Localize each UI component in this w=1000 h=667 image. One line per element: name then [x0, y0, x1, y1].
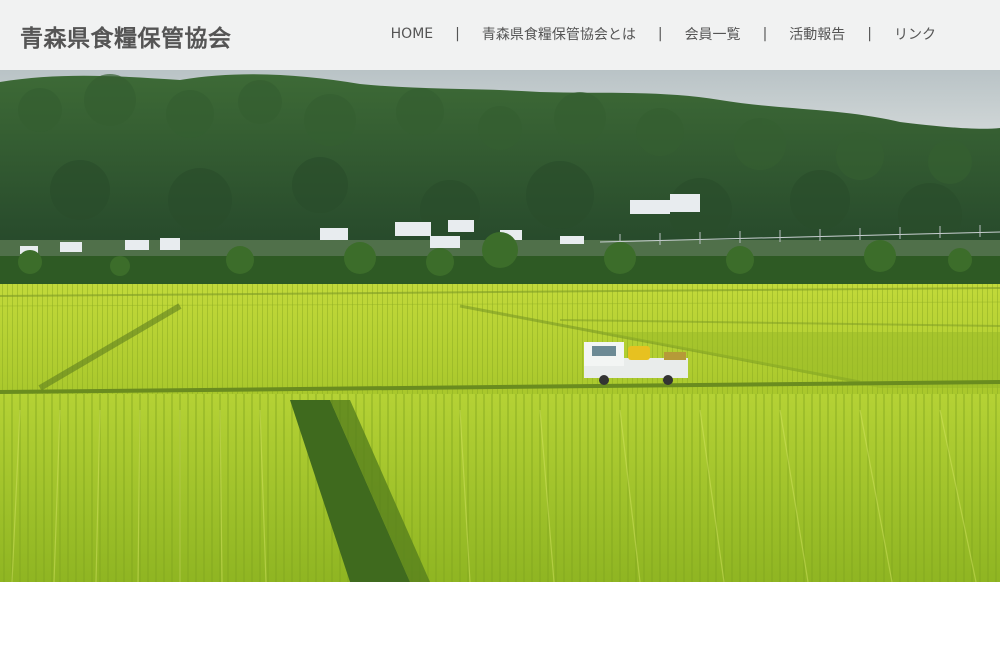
site-title[interactable]: 青森県食糧保管協会	[20, 19, 232, 53]
hero-image	[0, 70, 1000, 582]
nav-item-links[interactable]: リンク	[894, 24, 936, 44]
nav-separator: |	[455, 26, 460, 42]
nav-separator: |	[657, 26, 663, 42]
nav-separator: |	[867, 26, 872, 42]
nav-item-home[interactable]: HOME	[391, 26, 433, 42]
nav-separator: |	[762, 26, 768, 42]
nav-item-members[interactable]: 会員一覧	[685, 24, 741, 44]
site-header: 青森県食糧保管協会 HOME | 青森県食糧保管協会とは | 会員一覧 | 活動…	[0, 0, 1000, 70]
nav-item-about[interactable]: 青森県食糧保管協会とは	[482, 24, 636, 44]
rice-field-landscape-photo	[0, 70, 1000, 582]
content-area	[0, 582, 1000, 667]
main-nav: HOME | 青森県食糧保管協会とは | 会員一覧 | 活動報告 | リンク	[391, 24, 936, 44]
nav-item-activities[interactable]: 活動報告	[789, 24, 845, 44]
